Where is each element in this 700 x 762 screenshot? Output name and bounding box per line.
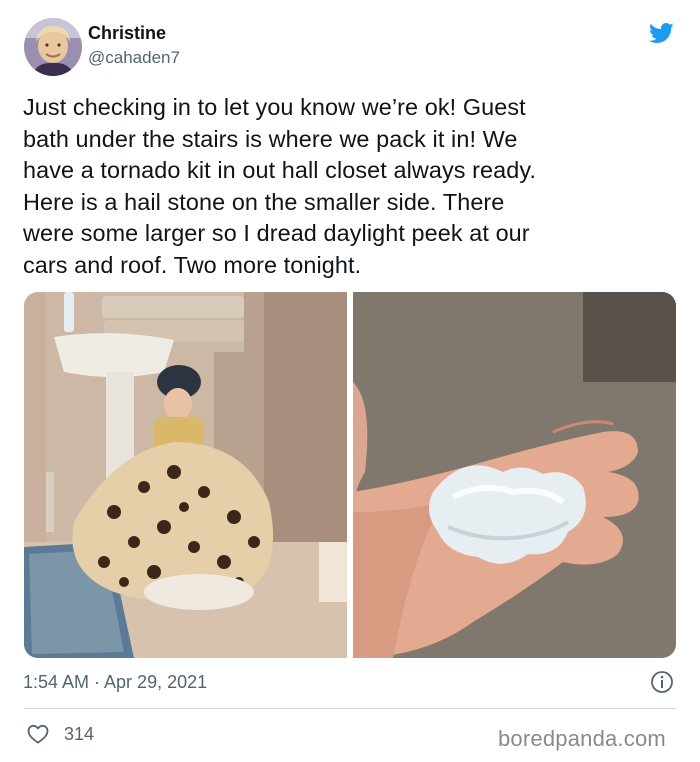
heart-icon[interactable] [26,722,50,746]
tweet-photo-bathroom[interactable] [24,292,347,658]
tweet-photo-hailstone[interactable] [353,292,676,658]
display-name[interactable]: Christine [88,23,166,44]
like-count[interactable]: 314 [64,724,94,745]
twitter-bird-icon[interactable] [646,20,676,46]
info-icon[interactable] [650,670,674,694]
avatar[interactable] [24,18,82,76]
tweet-timestamp[interactable]: 1:54 AM · Apr 29, 2021 [23,672,207,693]
tweet-card: Christine @cahaden7 Just checking in to … [0,0,700,762]
watermark: boredpanda.com [498,726,666,751]
tweet-text: Just checking in to let you know we’re o… [23,94,537,278]
user-handle[interactable]: @cahaden7 [88,48,180,68]
divider [24,708,676,709]
